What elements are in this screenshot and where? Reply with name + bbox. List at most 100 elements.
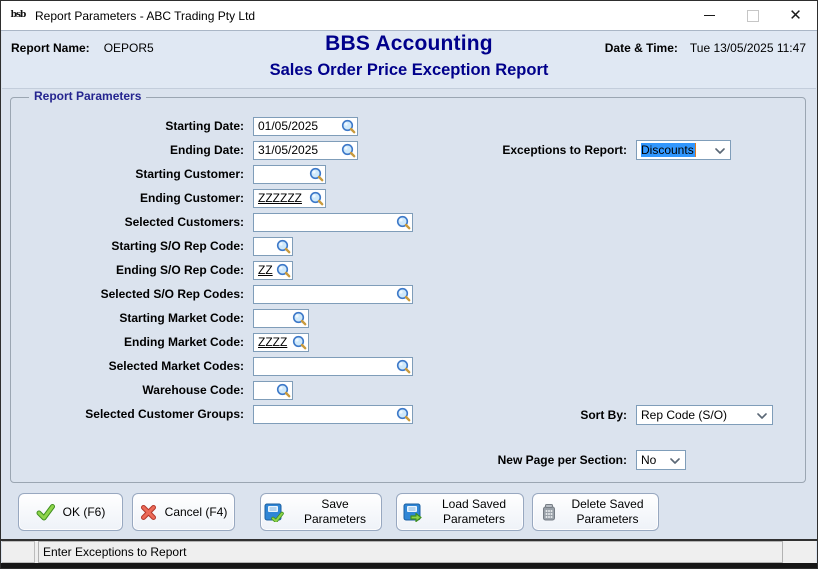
save-parameters-button[interactable]: Save Parameters — [260, 493, 382, 531]
selected-market-codes-label: Selected Market Codes: — [108, 359, 244, 373]
delete-saved-parameters-button[interactable]: Delete Saved Parameters — [532, 493, 659, 531]
selected-so-rep-codes-input[interactable] — [253, 284, 413, 304]
load-saved-parameters-button[interactable]: Load Saved Parameters — [396, 493, 524, 531]
exceptions-selected-value: Discounts — [641, 143, 696, 157]
chevron-down-icon — [757, 413, 767, 419]
delete-saved-parameters-label: Delete Saved Parameters — [571, 497, 644, 526]
ending-so-rep-code-label: Ending S/O Rep Code: — [116, 263, 244, 277]
exceptions-to-report-select[interactable]: Discounts — [636, 140, 731, 160]
ending-market-code-label: Ending Market Code: — [123, 335, 244, 349]
ending-market-code-input[interactable]: ZZZZ — [253, 332, 309, 352]
groupbox-label: Report Parameters — [29, 89, 147, 103]
field-row: Selected Customers: — [11, 210, 805, 234]
chevron-down-icon — [670, 458, 680, 464]
status-cell-small — [2, 541, 35, 563]
field-row: Warehouse Code: — [11, 378, 805, 402]
save-parameters-label: Save Parameters — [303, 497, 367, 526]
new-page-per-section-label: New Page per Section: — [497, 453, 627, 467]
field-row: Ending Customer: ZZZZZZ — [11, 186, 805, 210]
date-time: Date & Time: Tue 13/05/2025 11:47 — [605, 41, 806, 55]
starting-customer-label: Starting Customer: — [135, 167, 244, 181]
maximize-icon — [746, 9, 759, 22]
lookup-icon[interactable] — [292, 311, 307, 326]
date-time-label: Date & Time: — [604, 41, 678, 55]
title-bar[interactable]: bsb Report Parameters - ABC Trading Pty … — [1, 1, 817, 31]
window-title: Report Parameters - ABC Trading Pty Ltd — [35, 8, 256, 23]
lookup-icon[interactable] — [276, 238, 291, 254]
selected-customers-input[interactable] — [253, 212, 413, 232]
lookup-icon[interactable] — [309, 166, 324, 182]
lookup-icon[interactable] — [396, 359, 411, 374]
new-page-per-section-select[interactable]: No — [636, 450, 686, 470]
minimize-button[interactable] — [688, 1, 731, 30]
lookup-icon[interactable] — [292, 335, 307, 350]
selected-market-codes-input[interactable] — [253, 356, 413, 376]
field-rows: Starting Date: 01/05/2025 Ending Date: 3… — [11, 114, 805, 426]
save-icon — [264, 503, 284, 522]
ending-so-rep-code-input[interactable]: ZZ — [253, 260, 293, 280]
ending-customer-input[interactable]: ZZZZZZ — [253, 188, 326, 208]
starting-so-rep-code-input[interactable] — [253, 236, 293, 256]
lookup-icon[interactable] — [341, 118, 356, 134]
status-bar: Enter Exceptions to Report — [2, 541, 816, 563]
starting-date-value: 01/05/2025 — [258, 119, 319, 133]
cross-icon — [140, 504, 156, 520]
status-cell-main: Enter Exceptions to Report — [38, 541, 783, 563]
chevron-down-icon — [715, 148, 725, 154]
date-time-value: Tue 13/05/2025 11:47 — [689, 41, 806, 55]
starting-date-input[interactable]: 01/05/2025 — [253, 116, 358, 136]
sort-by-value: Rep Code (S/O) — [641, 408, 728, 422]
lookup-icon[interactable] — [396, 214, 411, 230]
report-parameters-groupbox: Report Parameters Starting Date: 01/05/2… — [10, 89, 806, 483]
report-parameters-window: bsb Report Parameters - ABC Trading Pty … — [0, 0, 818, 569]
field-row: Selected Market Codes: — [11, 354, 805, 378]
cancel-button-label: Cancel (F4) — [164, 504, 228, 519]
main-area: Report Parameters Starting Date: 01/05/2… — [2, 89, 816, 539]
ending-customer-value: ZZZZZZ — [258, 191, 302, 205]
lookup-icon[interactable] — [396, 287, 411, 302]
ok-button[interactable]: OK (F6) — [18, 493, 123, 531]
field-row: Ending S/O Rep Code: ZZ — [11, 258, 805, 282]
load-saved-parameters-label: Load Saved Parameters — [441, 497, 507, 526]
report-title: Sales Order Price Exception Report — [269, 61, 549, 79]
field-row: Selected S/O Rep Codes: — [11, 282, 805, 306]
lookup-icon[interactable] — [276, 383, 291, 398]
delete-icon — [542, 503, 555, 520]
sort-by-row: Sort By: Rep Code (S/O) — [11, 405, 773, 425]
selected-so-rep-codes-label: Selected S/O Rep Codes: — [100, 287, 244, 301]
field-row: Starting Customer: — [11, 162, 805, 186]
field-row: Starting S/O Rep Code: — [11, 234, 805, 258]
ending-market-code-value: ZZZZ — [258, 335, 288, 349]
selected-customers-label: Selected Customers: — [124, 215, 244, 229]
maximize-button — [731, 1, 774, 30]
starting-customer-input[interactable] — [253, 164, 326, 184]
minimize-icon — [704, 15, 715, 16]
ending-customer-label: Ending Customer: — [140, 191, 244, 205]
warehouse-code-input[interactable] — [253, 380, 293, 400]
new-page-value: No — [641, 453, 657, 467]
starting-date-label: Starting Date: — [165, 119, 244, 133]
exceptions-row: Exceptions to Report: Discounts — [11, 140, 731, 160]
field-row: Starting Market Code: — [11, 306, 805, 330]
report-header: Report Name: OEPOR5 BBS Accounting Sales… — [2, 31, 816, 89]
cancel-button[interactable]: Cancel (F4) — [132, 493, 235, 531]
close-icon: ✕ — [789, 7, 802, 24]
load-icon — [403, 503, 422, 522]
ending-so-rep-code-value: ZZ — [258, 263, 273, 277]
field-row: Ending Market Code: ZZZZ — [11, 330, 805, 354]
sort-by-label: Sort By: — [580, 408, 627, 422]
lookup-icon[interactable] — [309, 190, 324, 206]
starting-so-rep-code-label: Starting S/O Rep Code: — [111, 239, 244, 253]
sort-by-select[interactable]: Rep Code (S/O) — [636, 405, 773, 425]
ok-button-label: OK (F6) — [62, 504, 106, 519]
background-window-strip — [1, 563, 817, 568]
starting-market-code-label: Starting Market Code: — [119, 311, 244, 325]
new-page-per-section-row: New Page per Section: No — [11, 450, 686, 470]
lookup-icon[interactable] — [276, 263, 291, 278]
exceptions-to-report-label: Exceptions to Report: — [502, 143, 627, 157]
close-button[interactable]: ✕ — [774, 1, 817, 30]
check-icon — [36, 504, 55, 521]
field-row: Starting Date: 01/05/2025 — [11, 114, 805, 138]
starting-market-code-input[interactable] — [253, 308, 309, 328]
warehouse-code-label: Warehouse Code: — [142, 383, 244, 397]
